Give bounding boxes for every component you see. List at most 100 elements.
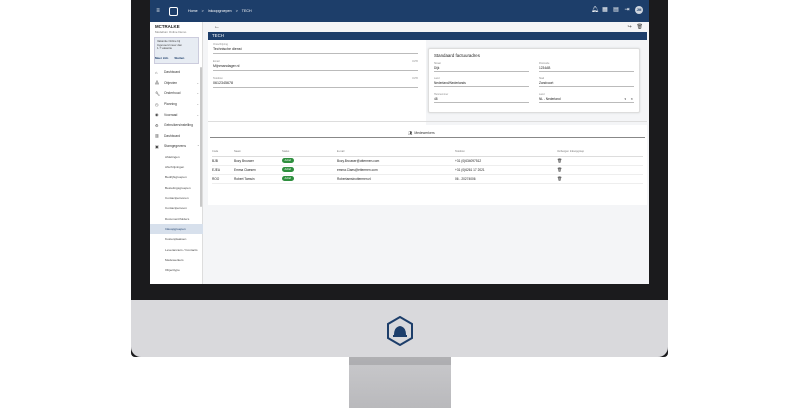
billing-address-card: Standaard factuuradres Straat Dijk Postc… bbox=[428, 48, 640, 113]
sidebar-subitem[interactable]: Bedrijfsgroepen bbox=[150, 172, 203, 182]
sidebar-item[interactable]: ▣ Stamgegevens ^ bbox=[150, 141, 203, 152]
action-cell: 🗑︎ bbox=[557, 165, 643, 175]
objects-icon: ⁂ bbox=[155, 80, 159, 86]
sidebar-scrollbar[interactable] bbox=[200, 67, 202, 207]
more-info-button[interactable]: Meer info bbox=[155, 56, 168, 60]
sidebar-item[interactable]: ◉ Voorraad ⌄ bbox=[150, 109, 203, 120]
sidebar-subitem[interactable]: Medewerkers bbox=[150, 255, 203, 265]
column-header[interactable]: Verbergen Inkoopgroep bbox=[557, 147, 643, 157]
sidebar-item[interactable]: ◷ Planning ⌄ bbox=[150, 99, 203, 110]
share-icon[interactable]: ↪ bbox=[627, 24, 631, 30]
column-header[interactable]: Telefoon bbox=[455, 147, 557, 157]
country-select[interactable]: Land NL - Nederland ▾ ✕ bbox=[539, 93, 634, 103]
postcode-field[interactable]: Postcode 1234AB bbox=[539, 62, 634, 72]
monitor-mockup: ≡ Home > Inkoopgroepen > TECH 🔔︎ ▦ ▤ ⇥ J… bbox=[0, 0, 800, 408]
table-cell: +31 (0)634097512 bbox=[455, 156, 557, 166]
column-header[interactable]: Code bbox=[212, 147, 234, 157]
sidebar-item[interactable]: ▥ Dashboard bbox=[150, 131, 203, 142]
field-value[interactable]: Zandvoort bbox=[539, 81, 634, 85]
clear-icon[interactable]: ✕ bbox=[630, 97, 633, 101]
avatar[interactable]: JM bbox=[635, 6, 643, 14]
field-label: Email bbox=[213, 60, 220, 63]
tab-underline bbox=[210, 137, 645, 138]
field-value[interactable]: 48 bbox=[434, 97, 529, 101]
field-label: Land bbox=[539, 93, 545, 96]
field-value[interactable]: 0612345678 bbox=[213, 81, 418, 85]
close-notice-button[interactable]: Sluiten bbox=[174, 56, 184, 60]
city-field[interactable]: Stad Zandvoort bbox=[539, 77, 634, 87]
divider bbox=[208, 121, 647, 122]
sidebar-subitem[interactable]: Bestelingsgroepen bbox=[150, 183, 203, 193]
sidebar-subitem[interactable]: Document/folders bbox=[150, 214, 203, 224]
table-cell: Bozy Brouwer bbox=[234, 156, 282, 166]
app-screen: ≡ Home > Inkoopgroepen > TECH 🔔︎ ▦ ▤ ⇥ J… bbox=[150, 0, 649, 284]
tab-employees[interactable]: 👥︎ Medewerkers bbox=[408, 131, 435, 135]
monitor-stand-shadow bbox=[349, 357, 451, 365]
sidebar-subitem[interactable]: Contactpersoon bbox=[150, 203, 203, 213]
back-arrow-icon[interactable]: ← bbox=[214, 24, 220, 30]
chevron-down-icon[interactable]: ▾ bbox=[624, 97, 626, 101]
sidebar-subitem[interactable]: Afschrijvingen bbox=[150, 162, 203, 172]
wrench-icon: 🔧︎ bbox=[155, 90, 161, 96]
chevron-icon: ⌄ bbox=[196, 91, 199, 96]
phone-field[interactable]: Telefoon 0612345678 0/255 bbox=[213, 77, 418, 88]
calendar-icon[interactable]: ▦ bbox=[602, 7, 608, 13]
clipboard-icon[interactable]: ▤ bbox=[613, 7, 619, 13]
sidebar-item-label: Dashboard bbox=[164, 70, 181, 75]
table-cell: BJB bbox=[212, 156, 234, 166]
country-field[interactable]: Land Nederland/Nederlands bbox=[434, 77, 529, 87]
app-logo-icon[interactable] bbox=[169, 6, 178, 16]
sidebar-subitem[interactable]: Contactpersonen bbox=[150, 193, 203, 203]
sidebar-item[interactable]: ⚙ Gebruikersinstelling bbox=[150, 120, 203, 131]
settings-icon: ⚙ bbox=[155, 122, 159, 128]
sidebar-nav: ⌂ Dashboard ⁂ Objecten ⌄ 🔧︎ Onderhoud ⌄ ◷ Plannin… bbox=[150, 67, 203, 275]
field-label: Postcode bbox=[539, 62, 550, 65]
table-row[interactable]: ROO Robert Tamsin Actief Robertamsinotterme… bbox=[212, 174, 643, 184]
sidebar-item-label: Onderhoud bbox=[164, 91, 181, 96]
sidebar-subitem[interactable]: Afdelingen bbox=[150, 152, 203, 162]
field-value[interactable]: Mijnmandager.nl bbox=[213, 64, 418, 68]
field-value[interactable]: Nederland/Nederlands bbox=[434, 81, 529, 85]
trash-icon[interactable]: 🗑︎ bbox=[557, 176, 562, 181]
street-field[interactable]: Straat Dijk bbox=[434, 62, 529, 72]
top-navigation-bar: ≡ Home > Inkoopgroepen > TECH 🔔︎ ▦ ▤ ⇥ J… bbox=[150, 0, 649, 22]
trash-icon[interactable]: 🗑︎ bbox=[637, 24, 643, 30]
house-number-field[interactable]: Huisnummer 48 bbox=[434, 93, 529, 103]
table-row[interactable]: BJB Bozy Brouwer Actief Bozy.Brouwer@otterm… bbox=[212, 156, 643, 166]
character-count: 0/255 bbox=[412, 77, 418, 80]
bell-icon[interactable]: 🔔︎ bbox=[591, 7, 599, 13]
status-badge: Actief bbox=[282, 158, 294, 163]
table-cell: ROO bbox=[212, 174, 234, 184]
logout-icon[interactable]: ⇥ bbox=[624, 7, 630, 13]
breadcrumb-inkoopgroepen[interactable]: Inkoopgroepen bbox=[208, 9, 232, 13]
description-field[interactable]: Omschrijving Technische dienst bbox=[213, 43, 418, 54]
sidebar-subitem[interactable]: Leveranciers / Contacts bbox=[150, 244, 203, 254]
sidebar-item-label: Objecten bbox=[164, 80, 178, 85]
sidebar-item-label: Voorraad bbox=[164, 112, 178, 117]
field-value[interactable]: NL - Nederland bbox=[539, 97, 634, 101]
sidebar-item[interactable]: ⌂ Dashboard bbox=[150, 67, 203, 78]
breadcrumb-home[interactable]: Home bbox=[188, 9, 198, 13]
trash-icon[interactable]: 🗑︎ bbox=[557, 167, 562, 172]
column-header[interactable]: Status bbox=[282, 147, 337, 157]
table-row[interactable]: EJEA Emma Claesen Actief emma.Claes@etterme… bbox=[212, 165, 643, 175]
email-field[interactable]: Email Mijnmandager.nl 0/255 bbox=[213, 60, 418, 71]
column-header[interactable]: E-mail bbox=[337, 147, 455, 157]
trash-icon[interactable]: 🗑︎ bbox=[557, 158, 562, 163]
field-value[interactable]: Technische dienst bbox=[213, 47, 418, 51]
field-label: Straat bbox=[434, 62, 441, 65]
card-title: Standaard factuuradres bbox=[434, 53, 480, 58]
field-value[interactable]: Dijk bbox=[434, 66, 529, 70]
home-icon: ⌂ bbox=[155, 69, 158, 75]
employees-panel: 👥︎ Medewerkers Code Naam Status E-mail T… bbox=[208, 125, 647, 205]
sidebar-subitem[interactable]: Kostenplaatsen bbox=[150, 234, 203, 244]
sidebar-subitem[interactable]: Inkoopgroepen bbox=[150, 223, 203, 235]
sidebar-subitem[interactable]: Objecttype bbox=[150, 265, 203, 275]
sidebar-item[interactable]: 🔧︎ Onderhoud ⌄ bbox=[150, 88, 203, 99]
menu-icon[interactable]: ≡ bbox=[154, 7, 162, 15]
sidebar-item[interactable]: ⁂ Objecten ⌄ bbox=[150, 78, 203, 89]
chart-icon: ▥ bbox=[155, 133, 159, 139]
field-value[interactable]: 1234AB bbox=[539, 66, 634, 70]
page-actions: ↪ 🗑︎ bbox=[627, 24, 643, 30]
column-header[interactable]: Naam bbox=[234, 147, 282, 157]
